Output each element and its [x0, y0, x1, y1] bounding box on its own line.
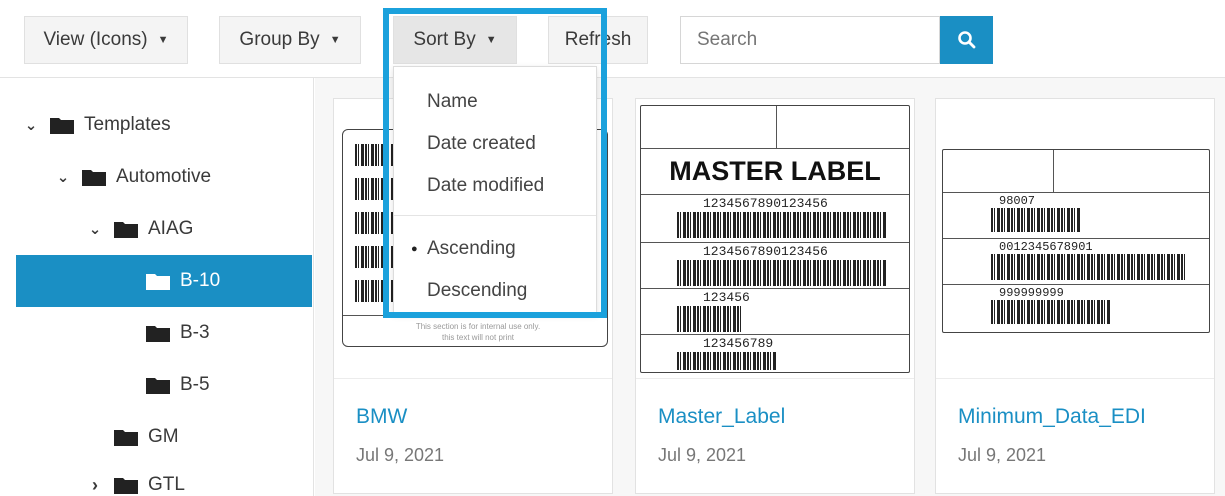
tree-item-b-10[interactable]: B-10	[16, 255, 312, 307]
tree-item-templates[interactable]: ⌄ Templates	[16, 99, 312, 151]
tree-item-label: Templates	[84, 114, 171, 135]
preview-number: 98007	[999, 194, 1036, 208]
tree-item-label: B-5	[180, 374, 210, 395]
folder-icon	[114, 220, 138, 238]
view-button[interactable]: View (Icons) ▼	[24, 16, 188, 64]
app-window: View (Icons) ▼ Group By ▼ Sort By ▼ Refr…	[0, 0, 1225, 496]
tree-item-aiag[interactable]: ⌄ AIAG	[16, 203, 312, 255]
template-thumbnail: MASTER LABEL 1234567890123456 1234567890…	[636, 99, 914, 379]
caret-down-icon: ▼	[157, 34, 169, 46]
card-title[interactable]: Master_Label	[658, 405, 785, 429]
sort-option-date-modified[interactable]: Date modified	[394, 166, 596, 206]
template-card-master-label[interactable]: MASTER LABEL 1234567890123456 1234567890…	[635, 98, 915, 494]
label-preview: MASTER LABEL 1234567890123456 1234567890…	[640, 105, 910, 373]
tree-item-label: AIAG	[148, 218, 194, 239]
sort-option-date-created[interactable]: Date created	[394, 124, 596, 164]
tree-item-label: GTL	[148, 474, 185, 495]
refresh-button[interactable]: Refresh	[548, 16, 648, 64]
search-button[interactable]	[940, 16, 993, 64]
preview-heading: MASTER LABEL	[669, 156, 881, 186]
caret-down-icon: ▼	[329, 34, 341, 46]
menu-divider	[394, 215, 596, 216]
card-date: Jul 9, 2021	[958, 445, 1047, 465]
folder-tree: ⌄ Templates ⌄ Automotive ⌄ AIAG B-10 B-3…	[0, 78, 314, 496]
group-by-label: Group By	[239, 29, 320, 50]
chevron-down-icon[interactable]: ⌄	[20, 116, 42, 134]
folder-icon	[114, 428, 138, 446]
label-preview: 98007 0012345678901 999999999	[942, 149, 1210, 333]
search-input[interactable]	[680, 16, 940, 64]
chevron-down-icon[interactable]: ⌄	[52, 168, 74, 186]
folder-icon	[114, 476, 138, 494]
menu-item-label: Ascending	[427, 238, 516, 259]
tree-item-label: Automotive	[116, 166, 212, 187]
sort-order-ascending[interactable]: ● Ascending	[394, 229, 596, 269]
menu-item-label: Name	[427, 91, 478, 112]
view-button-label: View (Icons)	[43, 29, 148, 50]
template-thumbnail: 98007 0012345678901 999999999	[936, 99, 1214, 379]
template-card-minimum-data-edi[interactable]: 98007 0012345678901 999999999 Minimum_Da…	[935, 98, 1215, 494]
card-date: Jul 9, 2021	[658, 445, 747, 465]
tree-item-gm[interactable]: GM	[16, 411, 312, 463]
tree-item-b-5[interactable]: B-5	[16, 359, 312, 411]
folder-icon	[146, 272, 170, 290]
folder-icon	[82, 168, 106, 186]
preview-number: 1234567890123456	[703, 196, 828, 211]
sort-option-name[interactable]: Name	[394, 82, 596, 122]
preview-number: 1234567890123456	[703, 244, 828, 259]
chevron-right-icon[interactable]: ›	[84, 475, 106, 496]
preview-number: 123456	[703, 290, 750, 305]
search-icon	[957, 31, 975, 49]
card-title[interactable]: Minimum_Data_EDI	[958, 405, 1146, 429]
bullet-icon: ●	[411, 243, 418, 255]
tree-item-gtl[interactable]: › GTL	[16, 459, 312, 496]
refresh-label: Refresh	[564, 29, 632, 50]
caret-down-icon: ▼	[485, 34, 497, 46]
menu-item-label: Date created	[427, 133, 536, 154]
folder-icon	[146, 324, 170, 342]
tree-item-label: B-3	[180, 322, 210, 343]
preview-number: 123456789	[703, 336, 774, 351]
chevron-down-icon[interactable]: ⌄	[84, 220, 106, 238]
sort-by-label: Sort By	[413, 29, 476, 50]
menu-item-label: Descending	[427, 280, 528, 301]
tree-item-label: GM	[148, 426, 179, 447]
preview-footer-text: this text will not print	[441, 333, 515, 342]
sort-order-descending[interactable]: Descending	[394, 271, 596, 311]
card-title[interactable]: BMW	[356, 405, 407, 429]
card-date: Jul 9, 2021	[356, 445, 445, 465]
toolbar: View (Icons) ▼ Group By ▼ Sort By ▼ Refr…	[0, 0, 1225, 78]
tree-item-b-3[interactable]: B-3	[16, 307, 312, 359]
group-by-button[interactable]: Group By ▼	[219, 16, 361, 64]
tree-item-automotive[interactable]: ⌄ Automotive	[16, 151, 312, 203]
folder-icon	[146, 376, 170, 394]
preview-number: 999999999	[999, 286, 1064, 300]
folder-icon	[50, 116, 74, 134]
preview-number: 0012345678901	[999, 240, 1093, 254]
tree-item-label: B-10	[180, 270, 221, 291]
sort-by-button[interactable]: Sort By ▼	[393, 16, 517, 64]
menu-item-label: Date modified	[427, 175, 545, 196]
preview-footer-text: This section is for internal use only.	[415, 322, 541, 331]
sort-by-menu: Name Date created Date modified ● Ascend…	[393, 66, 597, 314]
